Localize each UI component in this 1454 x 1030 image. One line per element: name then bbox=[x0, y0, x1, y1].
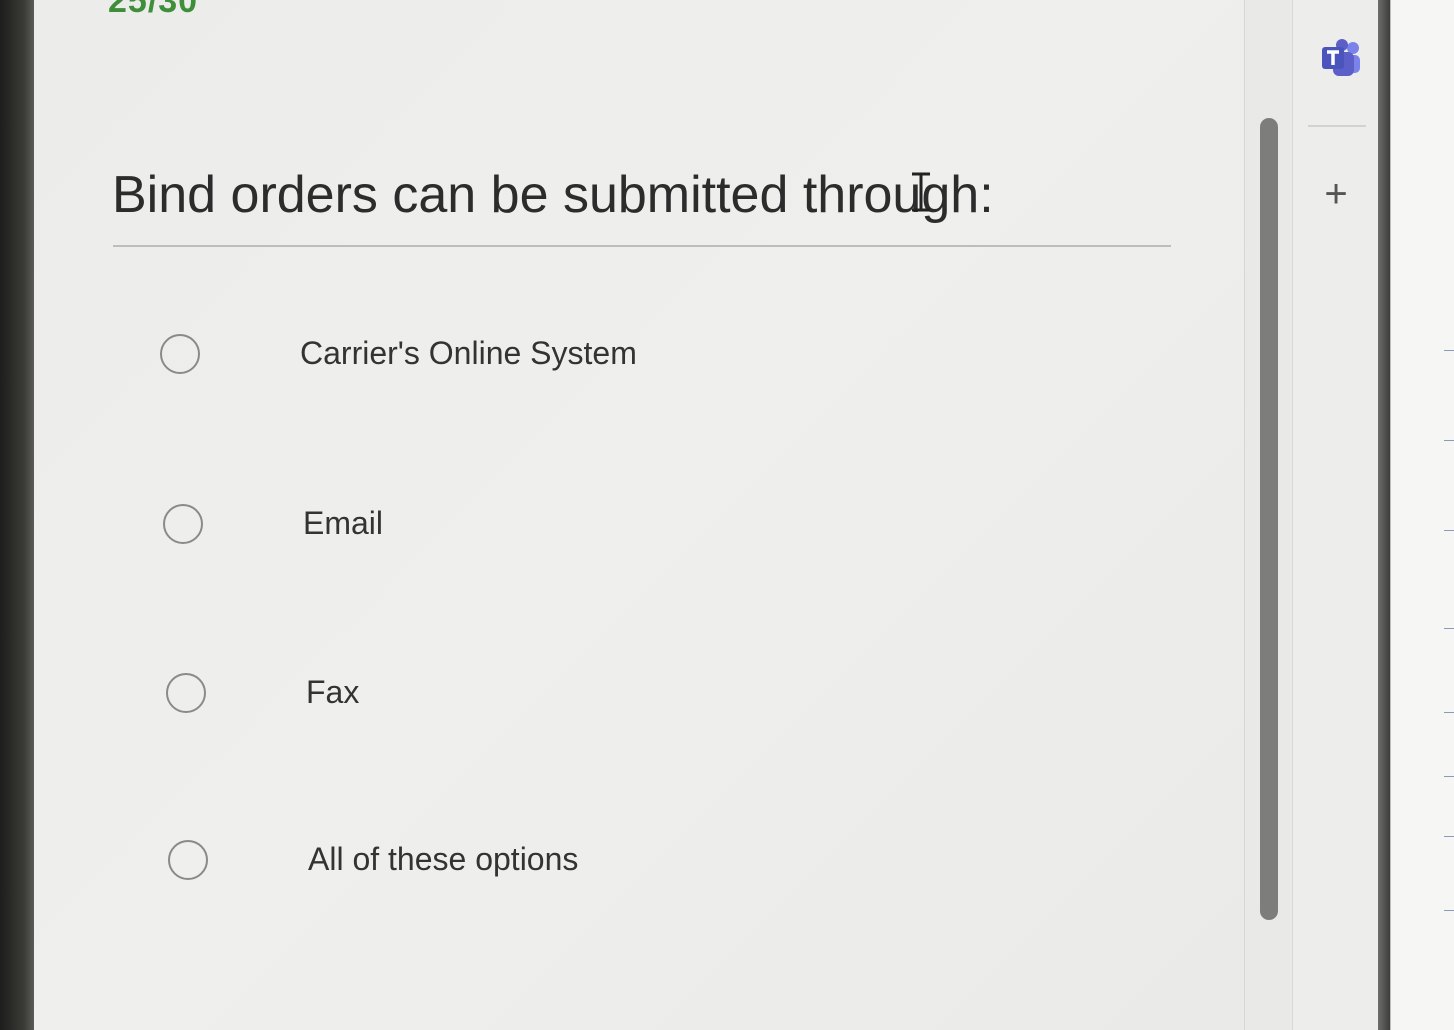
radio-button[interactable] bbox=[160, 334, 200, 374]
background-gridline bbox=[1444, 350, 1454, 351]
background-gridline bbox=[1444, 836, 1454, 837]
option-label: Carrier's Online System bbox=[300, 335, 637, 371]
background-gridline bbox=[1444, 910, 1454, 911]
question-divider bbox=[113, 245, 1171, 247]
background-gridline bbox=[1444, 776, 1454, 777]
radio-button[interactable] bbox=[163, 504, 203, 544]
option-email[interactable]: Email bbox=[153, 496, 853, 556]
side-rail bbox=[1292, 0, 1383, 1030]
monitor-bezel bbox=[0, 0, 34, 1030]
background-gridline bbox=[1444, 628, 1454, 629]
option-carriers-online-system[interactable]: Carrier's Online System bbox=[150, 326, 850, 386]
option-label: All of these options bbox=[308, 841, 579, 877]
plus-icon[interactable]: + bbox=[1316, 174, 1356, 214]
window-edge bbox=[1378, 0, 1390, 1030]
option-label: Email bbox=[303, 505, 384, 541]
background-window bbox=[1390, 0, 1454, 1030]
scrollbar-thumb[interactable] bbox=[1260, 118, 1278, 920]
background-gridline bbox=[1444, 530, 1454, 531]
background-gridline bbox=[1444, 712, 1454, 713]
question-title: Bind orders can be submitted through: bbox=[112, 165, 994, 224]
quiz-score: 25/30 bbox=[108, 0, 199, 20]
teams-icon[interactable] bbox=[1320, 38, 1362, 78]
radio-button[interactable] bbox=[166, 673, 206, 713]
text-cursor-icon bbox=[912, 172, 930, 212]
background-gridline bbox=[1444, 440, 1454, 441]
option-label: Fax bbox=[306, 674, 360, 710]
radio-button[interactable] bbox=[168, 840, 208, 880]
rail-separator bbox=[1308, 125, 1366, 127]
option-fax[interactable]: Fax bbox=[156, 665, 856, 725]
option-all-of-these[interactable]: All of these options bbox=[158, 832, 858, 892]
